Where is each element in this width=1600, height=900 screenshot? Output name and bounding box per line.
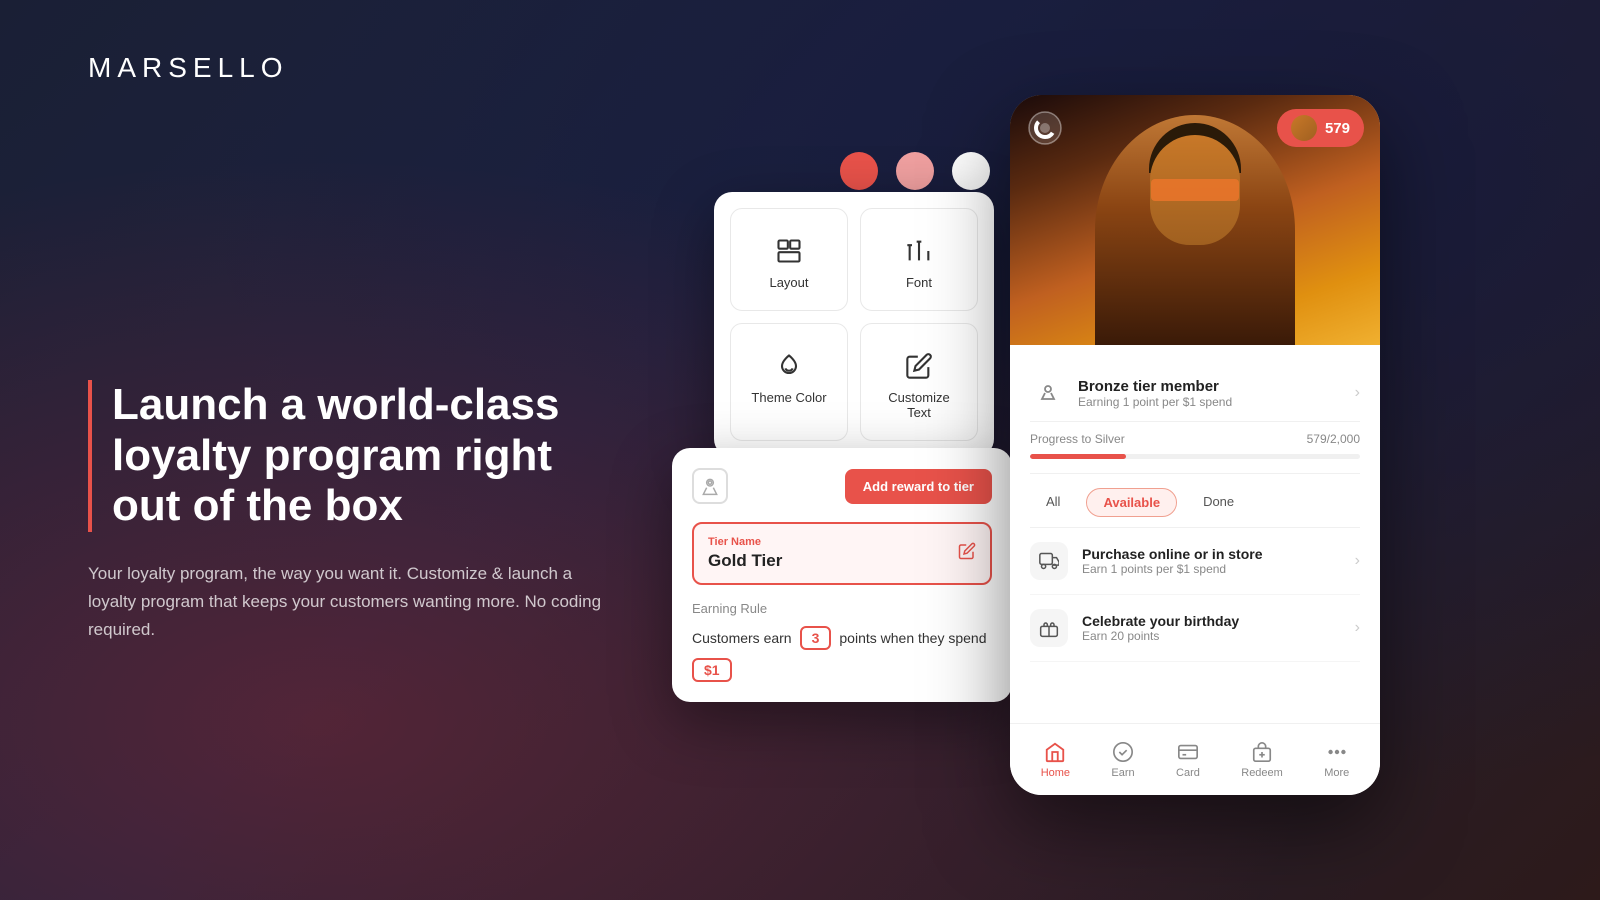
nav-redeem[interactable]: Redeem — [1241, 741, 1283, 779]
earning-rule-text-mid: points when they spend — [839, 630, 986, 646]
customize-text-label: Customize Text — [877, 390, 961, 420]
home-icon — [1044, 741, 1066, 763]
purchase-chevron: › — [1355, 552, 1360, 570]
mobile-bottom-nav: Home Earn Card — [1010, 723, 1380, 795]
redeem-icon — [1251, 741, 1273, 763]
tier-subtitle: Earning 1 point per $1 spend — [1078, 395, 1232, 409]
headline: Launch a world-class loyalty program rig… — [112, 380, 608, 532]
color-dot-white[interactable] — [952, 152, 990, 190]
card-icon — [1177, 741, 1199, 763]
user-avatar — [1291, 115, 1317, 141]
font-icon — [905, 237, 933, 265]
nav-home[interactable]: Home — [1041, 741, 1070, 779]
brand-logo: MARSELLO — [88, 52, 289, 84]
font-label: Font — [906, 275, 932, 290]
tier-name-field[interactable]: Tier Name Gold Tier — [692, 522, 992, 585]
color-dot-pink[interactable] — [896, 152, 934, 190]
earning-rule-amount-badge: $1 — [692, 658, 732, 682]
tab-available[interactable]: Available — [1086, 488, 1177, 517]
subtext: Your loyalty program, the way you want i… — [88, 560, 608, 644]
mobile-logo — [1026, 109, 1064, 147]
tier-icon — [692, 468, 728, 504]
mobile-content: Bronze tier member Earning 1 point per $… — [1010, 345, 1380, 678]
mobile-hero-image: 579 — [1010, 95, 1380, 345]
tier-panel-header: Add reward to tier — [692, 468, 992, 504]
nav-redeem-label: Redeem — [1241, 767, 1283, 779]
layout-label: Layout — [769, 275, 808, 290]
customize-text-option[interactable]: Customize Text — [860, 323, 978, 441]
earning-rule-text-before: Customers earn — [692, 630, 792, 646]
points-count: 579 — [1325, 120, 1350, 137]
earning-rule-label: Earning Rule — [692, 601, 992, 616]
theme-color-label: Theme Color — [751, 390, 826, 405]
nav-earn[interactable]: Earn — [1111, 741, 1134, 779]
tier-name-label: Tier Name — [708, 536, 782, 548]
earning-rule-points-badge: 3 — [800, 626, 832, 650]
edit-icon[interactable] — [958, 542, 976, 565]
more-icon — [1326, 741, 1348, 763]
points-badge: 579 — [1277, 109, 1364, 147]
color-dot-red[interactable] — [840, 152, 878, 190]
tab-done[interactable]: Done — [1187, 488, 1250, 517]
person-silhouette — [1095, 115, 1295, 345]
earn-icon — [1112, 741, 1134, 763]
progress-bar-fill — [1030, 454, 1126, 459]
hero-section: Launch a world-class loyalty program rig… — [88, 380, 608, 644]
nav-card[interactable]: Card — [1176, 741, 1200, 779]
layout-icon — [775, 237, 803, 265]
theme-color-icon — [775, 352, 803, 380]
customize-panel: Layout Font Theme Color Customize Text — [714, 192, 994, 457]
purchase-reward-sub: Earn 1 points per $1 spend — [1082, 562, 1263, 576]
tab-all[interactable]: All — [1030, 488, 1076, 517]
nav-card-label: Card — [1176, 767, 1200, 779]
earning-rule-row: Customers earn 3 points when they spend … — [692, 626, 992, 682]
tier-title: Bronze tier member — [1078, 378, 1232, 395]
nav-earn-label: Earn — [1111, 767, 1134, 779]
birthday-reward-title: Celebrate your birthday — [1082, 613, 1239, 629]
reward-birthday-row: Celebrate your birthday Earn 20 points › — [1030, 595, 1360, 662]
filter-tabs: All Available Done — [1030, 474, 1360, 528]
tier-chevron: › — [1355, 384, 1360, 402]
birthday-chevron: › — [1355, 619, 1360, 637]
nav-more-label: More — [1324, 767, 1349, 779]
nav-home-label: Home — [1041, 767, 1070, 779]
font-option[interactable]: Font — [860, 208, 978, 311]
customize-text-icon — [905, 352, 933, 380]
nav-more[interactable]: More — [1324, 741, 1349, 779]
theme-color-option[interactable]: Theme Color — [730, 323, 848, 441]
progress-current: 579/2,000 — [1307, 432, 1360, 446]
purchase-icon-box — [1030, 542, 1068, 580]
progress-section: Progress to Silver 579/2,000 — [1030, 422, 1360, 474]
tier-name-value: Gold Tier — [708, 551, 782, 571]
layout-option[interactable]: Layout — [730, 208, 848, 311]
birthday-reward-sub: Earn 20 points — [1082, 629, 1239, 643]
tier-member-row: Bronze tier member Earning 1 point per $… — [1030, 361, 1360, 422]
tier-editor-panel: Add reward to tier Tier Name Gold Tier E… — [672, 448, 1012, 702]
tier-badge-icon — [1030, 375, 1066, 411]
color-selector — [840, 152, 990, 190]
progress-bar-track — [1030, 454, 1360, 459]
mobile-app-panel: 579 Bronze tier member Earning 1 point p… — [1010, 95, 1380, 795]
purchase-reward-title: Purchase online or in store — [1082, 546, 1263, 562]
birthday-icon-box — [1030, 609, 1068, 647]
progress-label: Progress to Silver — [1030, 432, 1125, 446]
add-reward-button[interactable]: Add reward to tier — [845, 469, 992, 504]
reward-purchase-row: Purchase online or in store Earn 1 point… — [1030, 528, 1360, 595]
